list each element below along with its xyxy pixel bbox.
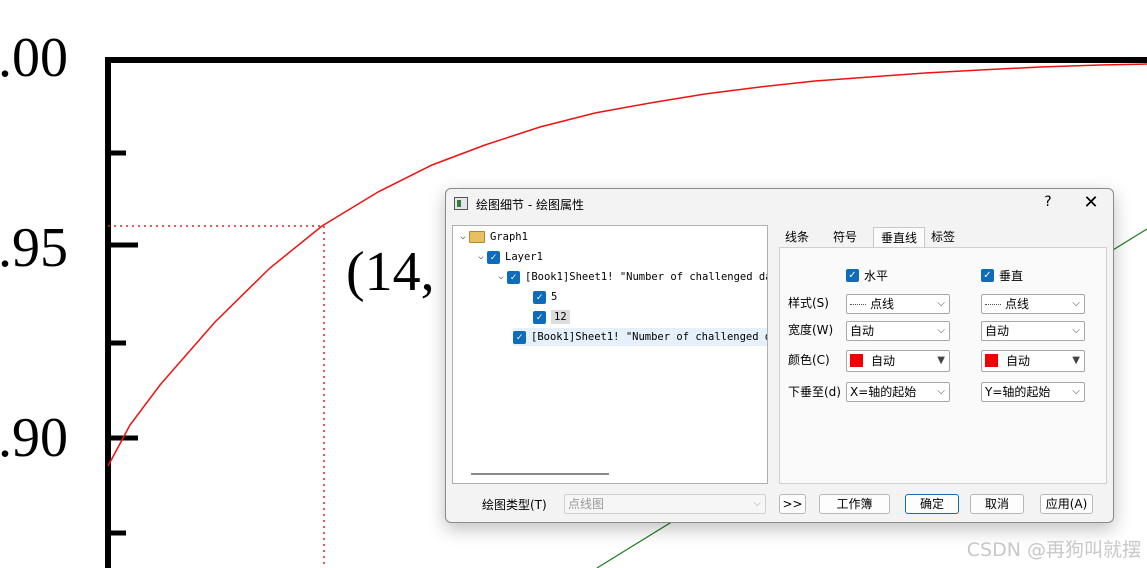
tree-node-label: 5 <box>551 291 558 303</box>
chevron-down-icon: ⌵ <box>937 298 945 309</box>
color-swatch <box>985 354 998 367</box>
cancel-button[interactable]: 取消 <box>970 494 1024 514</box>
checkbox-icon[interactable]: ✓ <box>981 269 994 282</box>
plot-type-label: 绘图类型(T) <box>482 498 547 512</box>
ok-button[interactable]: 确定 <box>905 494 959 514</box>
tree-node-label: [Book1]Sheet1! "Number of challenged da <box>531 331 768 343</box>
drop-to-label: 下垂至(d) <box>788 385 841 399</box>
plot-details-dialog: 绘图细节 - 绘图属性 ? ✕ ⌵ Graph1 ⌵ ✓ Layer1 ⌵ ✓ … <box>445 188 1114 523</box>
h-color-select[interactable]: 自动 ▼ <box>846 350 950 372</box>
plot-type-select[interactable]: 点线图 ⌵ <box>564 494 766 514</box>
checkbox-icon[interactable]: ✓ <box>533 310 546 324</box>
tree-node-layer[interactable]: ⌵ ✓ Layer1 <box>475 248 543 266</box>
checkbox-icon[interactable]: ✓ <box>846 269 859 282</box>
horizontal-checkbox[interactable]: ✓ 水平 <box>846 267 888 284</box>
tree-node-label: Layer1 <box>505 251 543 263</box>
tab-drop-lines[interactable]: 垂直线 <box>873 227 925 248</box>
vertical-label: 垂直 <box>999 269 1024 283</box>
v-width-select[interactable]: 自动 ⌵ <box>981 321 1085 341</box>
tree-node-plot-2[interactable]: ✓ [Book1]Sheet1! "Number of challenged d… <box>513 328 768 346</box>
h-width-select[interactable]: 自动 ⌵ <box>846 321 950 341</box>
expand-button[interactable]: >> <box>779 494 806 514</box>
h-style-select[interactable]: 点线 ⌵ <box>846 294 950 314</box>
h-width-value: 自动 <box>850 324 875 338</box>
point-annotation: (14, <box>346 241 435 303</box>
y-tick-label-top: .00 <box>0 27 68 89</box>
chevron-down-icon: ⌵ <box>1072 325 1080 336</box>
vertical-checkbox[interactable]: ✓ 垂直 <box>981 267 1023 284</box>
close-icon[interactable]: ✕ <box>1080 192 1102 213</box>
checkbox-icon[interactable]: ✓ <box>513 330 526 344</box>
tree-node-point-5[interactable]: ✓ 5 <box>533 288 557 306</box>
chevron-down-icon: ⌵ <box>937 325 945 336</box>
dotted-line-icon <box>850 304 866 305</box>
chevron-down-icon[interactable]: ⌵ <box>457 232 469 242</box>
apply-button[interactable]: 应用(A) <box>1040 494 1093 514</box>
tree-node-label: 12 <box>551 310 570 324</box>
dotted-guides <box>108 225 325 568</box>
chevron-down-icon: ⌵ <box>1072 386 1080 397</box>
chevron-down-icon: ⌵ <box>937 386 945 397</box>
tab-line[interactable]: 线条 <box>779 227 815 247</box>
dotted-line-icon <box>985 304 1001 305</box>
h-style-value: 点线 <box>870 297 895 311</box>
v-color-select[interactable]: 自动 ▼ <box>981 350 1085 372</box>
h-drop-select[interactable]: X=轴的起始 ⌵ <box>846 382 950 402</box>
h-color-value: 自动 <box>871 354 896 368</box>
v-drop-value: Y=轴的起始 <box>985 385 1051 399</box>
v-drop-select[interactable]: Y=轴的起始 ⌵ <box>981 382 1085 402</box>
horizontal-label: 水平 <box>864 269 889 283</box>
folder-icon <box>469 231 485 243</box>
horizontal-scrollbar[interactable] <box>471 473 609 475</box>
help-button[interactable]: ? <box>1038 194 1058 210</box>
chevron-down-icon: ⌵ <box>1072 298 1080 309</box>
workbook-button[interactable]: 工作簿 <box>819 494 890 514</box>
dropdown-triangle-icon: ▼ <box>937 355 945 366</box>
color-label: 颜色(C) <box>788 353 830 367</box>
watermark: CSDN @再狗叫就摆 <box>966 539 1141 561</box>
v-style-value: 点线 <box>1005 297 1030 311</box>
width-label: 宽度(W) <box>788 323 834 337</box>
dialog-titlebar[interactable]: 绘图细节 - 绘图属性 ? ✕ <box>446 189 1113 219</box>
dialog-title: 绘图细节 - 绘图属性 <box>476 198 584 212</box>
v-style-select[interactable]: 点线 ⌵ <box>981 294 1085 314</box>
plot-type-value: 点线图 <box>568 497 605 511</box>
y-tick-label-mid: .95 <box>0 217 68 279</box>
drop-lines-panel: ✓ 水平 ✓ 垂直 样式(S) 点线 ⌵ 点线 ⌵ 宽度(W) 自动 ⌵ 自动 ⌵ 颜色… <box>779 247 1107 484</box>
style-label: 样式(S) <box>788 296 829 310</box>
chevron-down-icon: ⌵ <box>753 498 761 509</box>
tree-node-plot-1[interactable]: ⌵ ✓ [Book1]Sheet1! "Number of challenged… <box>495 268 768 286</box>
checkbox-icon[interactable]: ✓ <box>533 290 546 304</box>
color-swatch <box>850 354 863 367</box>
chevron-down-icon[interactable]: ⌵ <box>475 252 487 262</box>
y-tick-label-bottom: .90 <box>0 407 68 469</box>
h-drop-value: X=轴的起始 <box>850 385 917 399</box>
v-width-value: 自动 <box>985 324 1010 338</box>
tree-node-label: [Book1]Sheet1! "Number of challenged da <box>525 271 768 283</box>
tree-node-graph[interactable]: ⌵ Graph1 <box>457 228 528 246</box>
plot-tree[interactable]: ⌵ Graph1 ⌵ ✓ Layer1 ⌵ ✓ [Book1]Sheet1! "… <box>452 225 768 484</box>
window-icon <box>454 197 468 210</box>
tab-symbol[interactable]: 符号 <box>827 227 863 247</box>
checkbox-icon[interactable]: ✓ <box>487 250 500 264</box>
chevron-down-icon[interactable]: ⌵ <box>495 272 507 282</box>
tree-node-point-12[interactable]: ✓ 12 <box>533 308 570 326</box>
tree-node-label: Graph1 <box>490 231 528 243</box>
v-color-value: 自动 <box>1006 354 1031 368</box>
checkbox-icon[interactable]: ✓ <box>507 270 520 284</box>
tab-label[interactable]: 标签 <box>925 227 961 247</box>
dropdown-triangle-icon: ▼ <box>1072 355 1080 366</box>
